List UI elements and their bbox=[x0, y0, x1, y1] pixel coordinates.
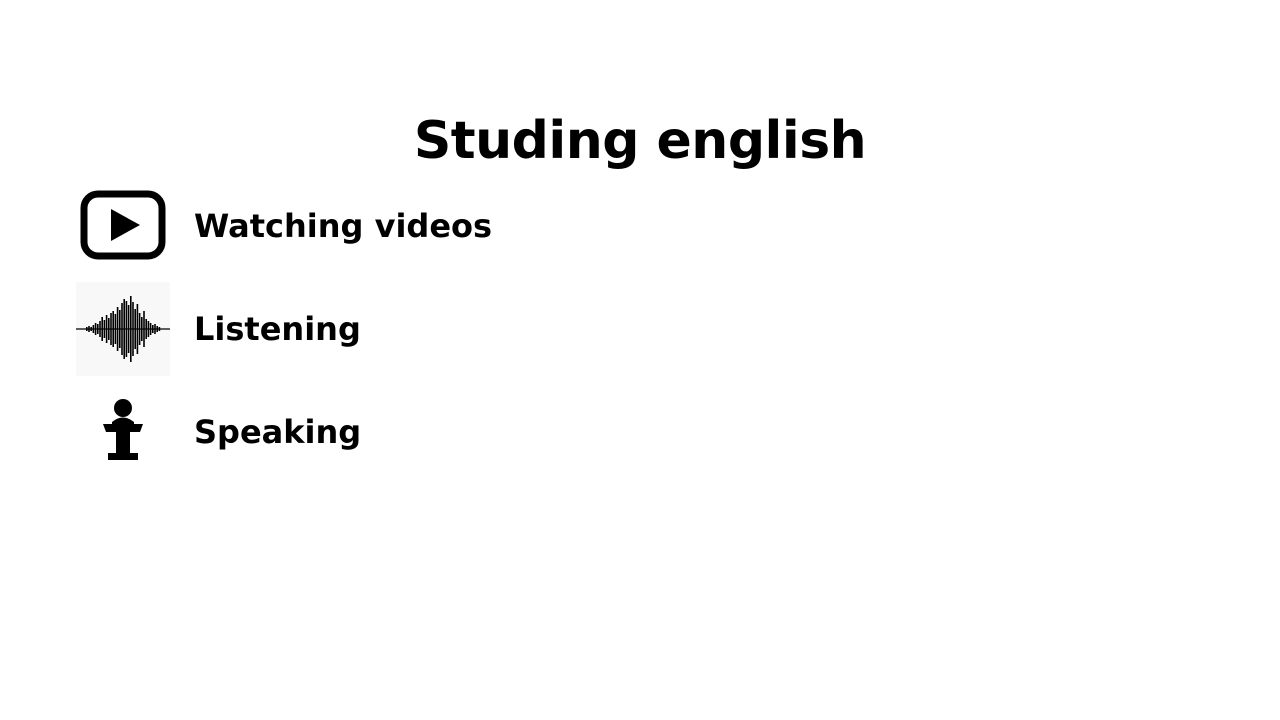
item-label-listening: Listening bbox=[194, 310, 361, 348]
video-play-icon bbox=[80, 190, 166, 260]
item-label-watching-videos: Watching videos bbox=[194, 207, 493, 245]
slide-title: Studing english bbox=[413, 110, 867, 171]
sound-waveform-icon bbox=[76, 282, 170, 376]
item-label-speaking: Speaking bbox=[194, 413, 362, 451]
speaker-podium-icon bbox=[100, 398, 146, 462]
